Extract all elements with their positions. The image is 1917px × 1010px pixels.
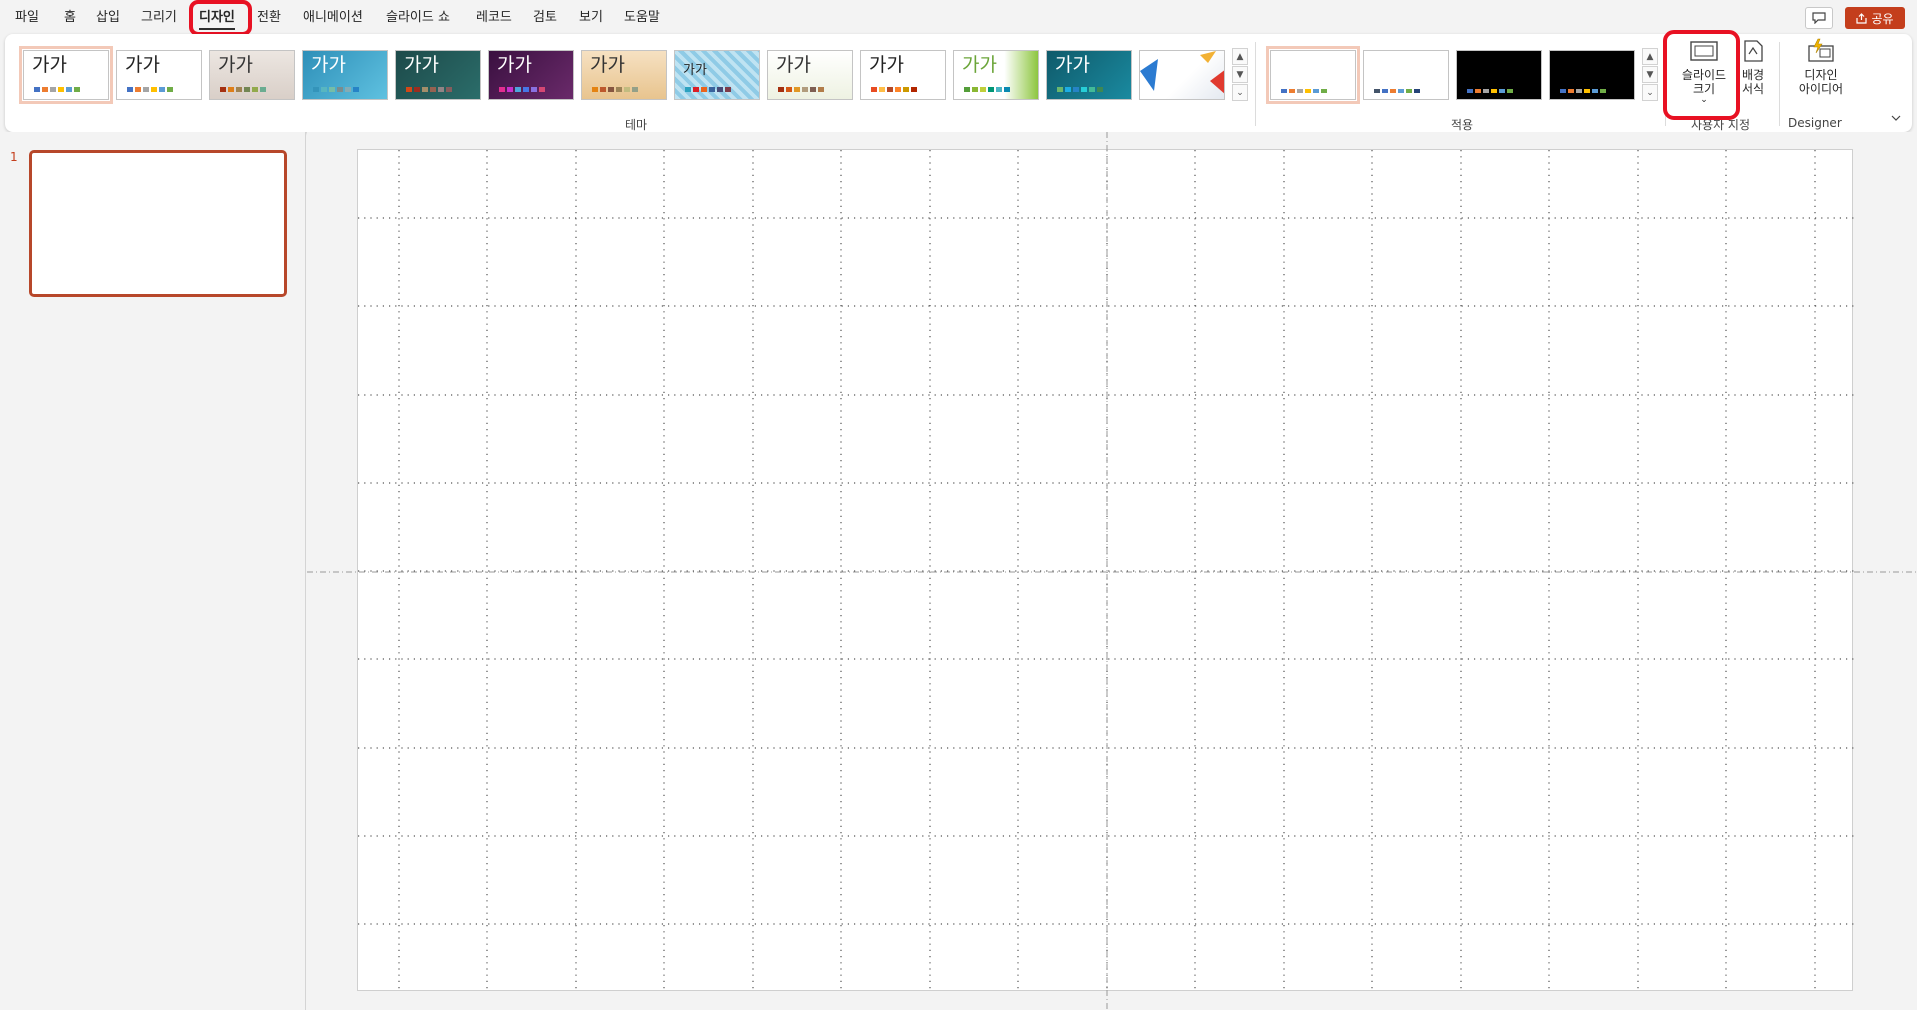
slide-thumbnail-pane: 1	[0, 132, 306, 1010]
format-background-button[interactable]: 배경 서식	[1731, 38, 1775, 110]
theme-thumbnail[interactable]: 가가	[674, 50, 760, 100]
variant-scroll-down-button[interactable]: ▼	[1642, 66, 1658, 83]
variants-group-label: 적용	[1451, 118, 1474, 132]
theme-thumbnail[interactable]: 가가	[767, 50, 853, 100]
theme-thumbnail[interactable]: 가가	[302, 50, 388, 100]
theme-thumbnail[interactable]: 가가	[19, 46, 113, 104]
group-separator	[1665, 42, 1666, 126]
tab-home[interactable]: 홈	[64, 9, 76, 27]
designer-group-label: Designer	[1788, 116, 1842, 130]
tab-file[interactable]: 파일	[15, 9, 39, 27]
format-background-label: 배경 서식	[1741, 68, 1765, 96]
theme-thumbnail-text: 가가	[869, 54, 904, 76]
slide-number: 1	[10, 150, 18, 164]
group-separator	[1255, 42, 1256, 126]
theme-thumbnail[interactable]: 가가	[581, 50, 667, 100]
slide-size-label: 슬라이드 크기	[1681, 68, 1727, 96]
theme-thumbnail[interactable]: 가가	[860, 50, 946, 100]
theme-thumbnail[interactable]: 가가	[488, 50, 574, 100]
theme-thumbnail[interactable]: 가가	[116, 50, 202, 100]
theme-thumbnail-text: 가가	[776, 54, 811, 76]
share-icon	[1856, 12, 1868, 24]
design-ideas-button[interactable]: 디자인 아이디어	[1785, 38, 1857, 110]
tab-animations[interactable]: 애니메이션	[303, 9, 363, 27]
theme-thumbnail-text: 가가	[32, 54, 67, 76]
design-ideas-label: 디자인 아이디어	[1798, 68, 1844, 96]
format-background-icon	[1744, 40, 1763, 62]
theme-thumbnail[interactable]: 가가	[953, 50, 1039, 100]
tab-draw[interactable]: 그리기	[141, 9, 177, 27]
theme-thumbnail-text: 가가	[311, 54, 346, 76]
group-separator	[1779, 42, 1780, 126]
theme-thumbnail[interactable]: 가가	[1046, 50, 1132, 100]
theme-thumbnail-text: 가가	[590, 54, 625, 76]
gallery-scroll-down-button[interactable]: ▼	[1232, 66, 1248, 83]
theme-thumbnail[interactable]	[1139, 50, 1225, 100]
slide-thumbnail[interactable]	[29, 150, 287, 297]
slide-size-icon	[1690, 41, 1718, 61]
theme-thumbnail-text: 가가	[125, 54, 160, 76]
variant-thumbnail[interactable]	[1363, 50, 1449, 100]
tab-design[interactable]: 디자인	[199, 9, 235, 30]
theme-thumbnail-text: 가가	[497, 54, 532, 76]
theme-thumbnail-text: 가가	[1055, 54, 1090, 76]
slide-editor	[307, 132, 1917, 1010]
gallery-scroll-up-button[interactable]: ▲	[1232, 48, 1248, 65]
theme-thumbnail-text: 가가	[404, 54, 439, 76]
ribbon: 가가 가가 가가 가가 가가 가가 가가 가가 가가 가가 가가 가가 ▲ ▼ …	[5, 34, 1912, 132]
design-ideas-icon	[1808, 38, 1834, 62]
collapse-ribbon-button[interactable]	[1887, 110, 1905, 126]
menu-bar: 파일 홈 삽입 그리기 디자인 전환 애니메이션 슬라이드 쇼 레코드 검토 보…	[0, 0, 1917, 34]
tab-help[interactable]: 도움말	[624, 9, 660, 27]
tab-transitions[interactable]: 전환	[257, 9, 281, 27]
theme-thumbnail-text: 가가	[218, 54, 253, 76]
variant-thumbnail[interactable]	[1266, 46, 1360, 104]
tab-review[interactable]: 검토	[533, 9, 557, 27]
theme-thumbnail-text: 가가	[962, 54, 997, 76]
comment-icon	[1812, 12, 1826, 24]
share-button[interactable]: 공유	[1845, 7, 1905, 29]
tab-record[interactable]: 레코드	[476, 9, 512, 27]
theme-thumbnail-text: 가가	[683, 63, 707, 78]
theme-art	[1140, 51, 1224, 94]
share-label: 공유	[1871, 11, 1894, 26]
variant-thumbnail[interactable]	[1456, 50, 1542, 100]
slide-size-button[interactable]: 슬라이드 크기 ⌄	[1675, 38, 1733, 110]
tab-slide-show[interactable]: 슬라이드 쇼	[386, 9, 450, 27]
theme-thumbnail[interactable]: 가가	[395, 50, 481, 100]
slide-canvas[interactable]	[357, 149, 1854, 992]
gallery-more-button[interactable]: ⌄	[1232, 84, 1248, 101]
customize-group-label: 사용자 지정	[1691, 118, 1751, 132]
variant-thumbnail[interactable]	[1549, 50, 1635, 100]
chevron-down-icon: ⌄	[1700, 95, 1708, 105]
tab-insert[interactable]: 삽입	[96, 9, 120, 27]
variant-scroll-up-button[interactable]: ▲	[1642, 48, 1658, 65]
variant-more-button[interactable]: ⌄	[1642, 84, 1658, 101]
theme-thumbnail[interactable]: 가가	[209, 50, 295, 100]
collapse-ribbon-icon	[1891, 115, 1901, 121]
themes-group-label: 테마	[625, 118, 648, 132]
gridlines	[358, 150, 1854, 992]
comment-button[interactable]	[1805, 7, 1833, 29]
tab-view[interactable]: 보기	[579, 9, 603, 27]
